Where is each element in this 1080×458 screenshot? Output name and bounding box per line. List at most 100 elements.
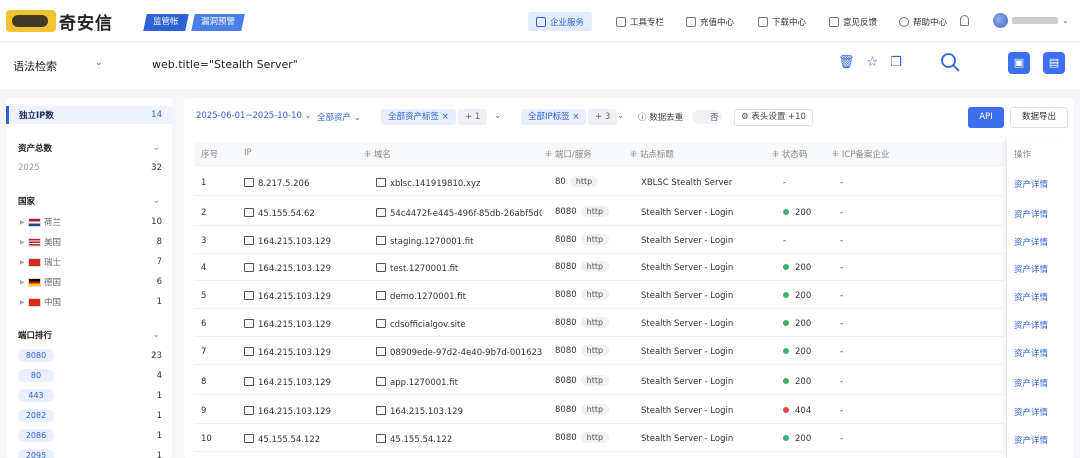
col-header-title[interactable]: ⁜ 站点标题: [630, 148, 674, 160]
facet-port-item[interactable]: 2095 1: [6, 447, 172, 458]
facet-port-item[interactable]: 443 1: [6, 387, 172, 405]
asset-detail-link[interactable]: 资产详情: [1014, 434, 1048, 446]
cell-domain[interactable]: 08909ede-97d2-4e40-9b7d-0016235...: [376, 347, 542, 358]
column-settings-button[interactable]: ⚙ 表头设置 +10: [734, 109, 813, 126]
expand-icon[interactable]: ▶: [20, 279, 25, 286]
save-query-button[interactable]: ▣: [1008, 52, 1030, 74]
cell-domain[interactable]: 45.155.54.122: [376, 434, 542, 445]
col-header-domain[interactable]: ⁜ 域名: [364, 148, 391, 160]
asset-detail-link[interactable]: 资产详情: [1014, 291, 1048, 303]
facet-country-item[interactable]: ▶ 德国 6: [6, 273, 172, 291]
protocol-badge[interactable]: http: [569, 176, 599, 187]
cell-ip[interactable]: 164.215.103.129: [244, 347, 331, 358]
close-icon[interactable]: ×: [442, 112, 449, 122]
facet-country-item[interactable]: ▶ 荷兰 10: [6, 213, 172, 231]
chevron-down-icon[interactable]: ⌄: [95, 58, 103, 68]
ip-tags-filter[interactable]: 全部IP标签 ×: [521, 109, 587, 125]
cell-ip[interactable]: 45.155.54.62: [244, 208, 315, 219]
facet-port-item[interactable]: 8080 23: [6, 347, 172, 365]
expand-icon[interactable]: ▶: [20, 299, 25, 306]
cell-ip[interactable]: 8.217.5.206: [244, 178, 309, 189]
cell-ip[interactable]: 164.215.103.129: [244, 263, 331, 274]
cell-ip[interactable]: 164.215.103.129: [244, 377, 331, 388]
export-button[interactable]: 数据导出: [1010, 107, 1068, 128]
avatar[interactable]: [993, 13, 1008, 28]
protocol-badge[interactable]: http: [580, 432, 610, 443]
expand-icon[interactable]: ▶: [20, 259, 25, 266]
column-drag-icon[interactable]: ⁜: [364, 150, 374, 160]
menu-enterprise-service[interactable]: 企业服务: [528, 12, 593, 31]
expand-icon[interactable]: ▶: [20, 239, 25, 246]
port-pill[interactable]: 2095: [18, 449, 54, 458]
asset-detail-link[interactable]: 资产详情: [1014, 377, 1048, 389]
cell-domain[interactable]: 54c4472f-e445-496f-85db-26abf5d07...: [376, 208, 542, 219]
asset-detail-link[interactable]: 资产详情: [1014, 208, 1048, 220]
menu-tools[interactable]: 工具专栏: [616, 12, 664, 31]
close-icon[interactable]: ×: [572, 112, 579, 122]
protocol-badge[interactable]: http: [580, 317, 610, 328]
facet-port-item[interactable]: 80 4: [6, 367, 172, 385]
asset-detail-link[interactable]: 资产详情: [1014, 319, 1048, 331]
cell-domain[interactable]: staging.1270001.fit: [376, 236, 542, 247]
table-row[interactable]: [194, 168, 1006, 196]
star-icon[interactable]: ☆: [867, 55, 879, 70]
search-icon[interactable]: [940, 52, 960, 72]
col-header-port[interactable]: ⁜ 端口/服务: [545, 148, 592, 160]
chevron-down-icon[interactable]: ⌄: [152, 143, 160, 153]
asset-detail-link[interactable]: 资产详情: [1014, 236, 1048, 248]
cell-domain[interactable]: cdsofficialgov.site: [376, 319, 542, 330]
facet-country-item[interactable]: ▶ 瑞士 7: [6, 253, 172, 271]
cell-domain[interactable]: test.1270001.fit: [376, 263, 542, 274]
facet-port-item[interactable]: 2086 1: [6, 427, 172, 445]
cell-ip[interactable]: 164.215.103.129: [244, 236, 331, 247]
cell-domain[interactable]: 164.215.103.129: [376, 406, 542, 417]
history-button[interactable]: ▤: [1043, 52, 1065, 74]
chevron-down-icon[interactable]: ⌄: [1062, 16, 1069, 25]
chevron-down-icon[interactable]: ⌄: [617, 111, 624, 121]
asset-tags-more[interactable]: + 1: [458, 109, 488, 125]
col-header-status[interactable]: ⁜ 状态码: [772, 148, 807, 160]
cell-domain[interactable]: xblsc.141919810.xyz: [376, 178, 542, 189]
facet-port[interactable]: 端口排行 ⌄: [6, 326, 172, 344]
column-drag-icon[interactable]: ⁜: [630, 150, 640, 160]
port-pill[interactable]: 2082: [18, 409, 54, 422]
protocol-badge[interactable]: http: [580, 206, 610, 217]
facet-country[interactable]: 国家 ⌄: [6, 192, 172, 210]
logo[interactable]: 奇安信: [6, 8, 113, 34]
port-pill[interactable]: 8080: [18, 349, 54, 362]
expand-icon[interactable]: ▶: [20, 219, 25, 226]
col-header-icp[interactable]: ⁜ ICP备案企业: [832, 148, 889, 160]
cell-ip[interactable]: 45.155.54.122: [244, 434, 320, 445]
facet-year[interactable]: 2025 32: [6, 159, 172, 177]
cell-ip[interactable]: 164.215.103.129: [244, 319, 331, 330]
column-drag-icon[interactable]: ⁜: [832, 150, 842, 160]
asset-tags-filter[interactable]: 全部资产标签 ×: [381, 109, 456, 125]
facet-port-item[interactable]: 2082 1: [6, 407, 172, 425]
column-drag-icon[interactable]: ⁜: [545, 150, 555, 160]
protocol-badge[interactable]: http: [580, 345, 610, 356]
chevron-down-icon[interactable]: ⌄: [152, 330, 160, 340]
tag-supervision[interactable]: 监管帐: [143, 14, 189, 31]
facet-asset-total[interactable]: 资产总数 ⌄: [6, 139, 172, 157]
facet-unique-ip[interactable]: 独立IP数 14: [6, 106, 172, 124]
facet-country-item[interactable]: ▶ 中国 1: [6, 293, 172, 311]
asset-detail-link[interactable]: 资产详情: [1014, 263, 1048, 275]
protocol-badge[interactable]: http: [580, 289, 610, 300]
asset-detail-link[interactable]: 资产详情: [1014, 347, 1048, 359]
asset-detail-link[interactable]: 资产详情: [1014, 406, 1048, 418]
protocol-badge[interactable]: http: [580, 261, 610, 272]
col-header-ip[interactable]: IP: [244, 148, 252, 158]
chevron-down-icon[interactable]: ⌄: [152, 196, 160, 206]
port-pill[interactable]: 80: [18, 369, 54, 382]
menu-recharge[interactable]: 充值中心: [686, 12, 734, 31]
copy-icon[interactable]: ❐: [890, 55, 902, 70]
facet-country-item[interactable]: ▶ 美国 8: [6, 233, 172, 251]
column-drag-icon[interactable]: ⁜: [772, 150, 782, 160]
cell-domain[interactable]: app.1270001.fit: [376, 377, 542, 388]
api-button[interactable]: API: [968, 107, 1004, 128]
menu-feedback[interactable]: 意见反馈: [829, 12, 877, 31]
asset-detail-link[interactable]: 资产详情: [1014, 178, 1048, 190]
port-pill[interactable]: 443: [18, 389, 54, 402]
ip-tags-more[interactable]: + 3: [588, 109, 618, 125]
username-blurred[interactable]: [1012, 17, 1058, 24]
